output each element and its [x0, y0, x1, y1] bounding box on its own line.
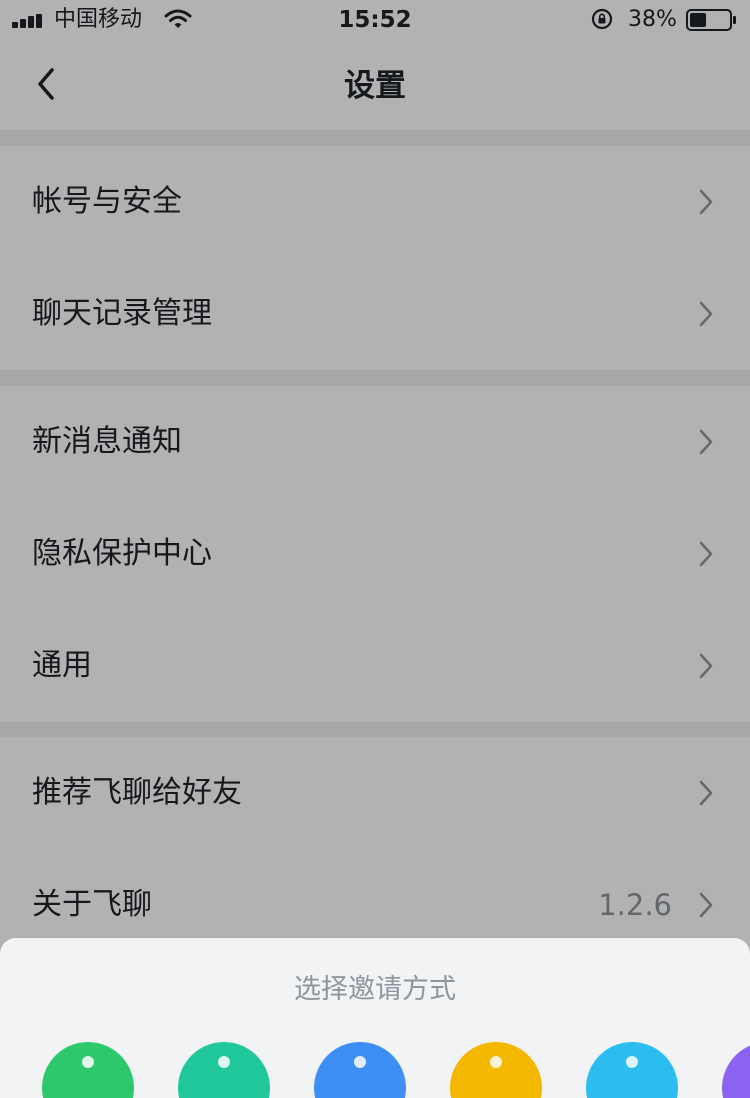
sheet-title: 选择邀请方式	[294, 974, 456, 1005]
share-option-6[interactable]	[722, 1042, 750, 1098]
invite-method-sheet: 选择邀请方式	[0, 938, 750, 1098]
share-option-3[interactable]	[314, 1042, 406, 1098]
share-option-glyph	[354, 1056, 366, 1068]
modal-dim-overlay[interactable]	[0, 0, 750, 1067]
share-option-glyph	[218, 1056, 230, 1068]
share-option-glyph	[82, 1056, 94, 1068]
share-option-5[interactable]	[586, 1042, 678, 1098]
share-option-2[interactable]	[178, 1042, 270, 1098]
share-option-1[interactable]	[42, 1042, 134, 1098]
settings-screen: 中国移动 15:52 38% 设置 帐号与安全 聊天记录管理 新消息通知 隐私保…	[0, 0, 750, 1098]
share-option-4[interactable]	[450, 1042, 542, 1098]
share-option-glyph	[490, 1056, 502, 1068]
share-option-glyph	[626, 1056, 638, 1068]
